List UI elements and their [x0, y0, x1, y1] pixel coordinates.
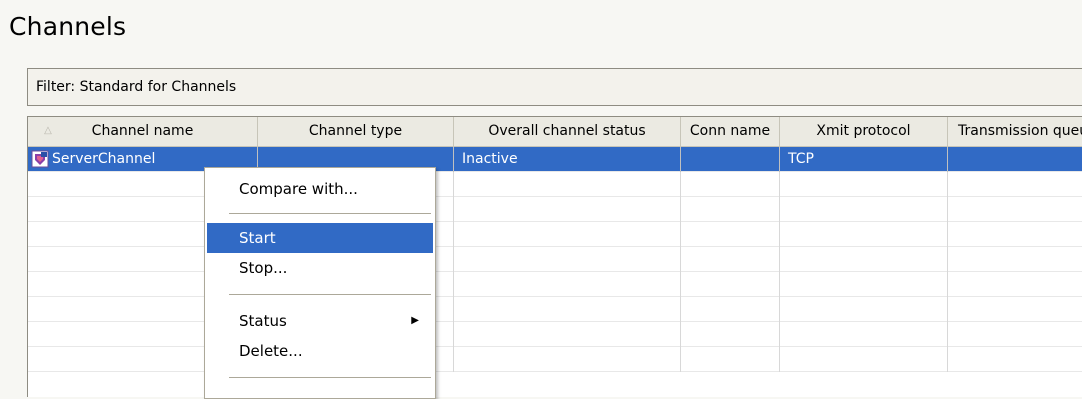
menu-separator	[229, 213, 431, 214]
table-row[interactable]: ServerChannel Inactive TCP	[28, 147, 1082, 172]
context-menu: Compare with... Start Stop... Status ▶ D…	[204, 167, 436, 399]
cell-overall-status[interactable]: Inactive	[454, 147, 681, 172]
empty-table-row	[28, 222, 1082, 247]
menu-item-label: Compare with...	[239, 180, 358, 198]
column-header-channel-type[interactable]: Channel type	[258, 117, 454, 146]
empty-cell	[454, 272, 681, 297]
empty-cell	[454, 322, 681, 347]
empty-cell	[681, 172, 780, 197]
column-header-conn-name[interactable]: Conn name	[681, 117, 780, 146]
menu-item-compare-with[interactable]: Compare with...	[207, 174, 433, 204]
column-header-channel-name[interactable]: △ Channel name	[28, 117, 258, 146]
filter-bar[interactable]: Filter: Standard for Channels	[27, 68, 1082, 106]
empty-table-row	[28, 347, 1082, 372]
menu-item-status[interactable]: Status ▶	[207, 306, 433, 336]
empty-cell	[780, 297, 948, 322]
empty-cell	[454, 222, 681, 247]
channel-name-value: ServerChannel	[52, 151, 156, 167]
empty-cell	[780, 347, 948, 372]
empty-table-row	[28, 197, 1082, 222]
empty-table-row	[28, 272, 1082, 297]
column-header-overall-channel-status[interactable]: Overall channel status	[454, 117, 681, 146]
column-header-label: Channel name	[91, 123, 194, 139]
overall-status-value: Inactive	[462, 151, 518, 167]
submenu-arrow-icon: ▶	[411, 315, 419, 326]
empty-cell	[681, 297, 780, 322]
cell-transmission-queue[interactable]	[948, 147, 1082, 172]
menu-item-delete[interactable]: Delete...	[207, 336, 433, 366]
empty-table-row	[28, 297, 1082, 322]
empty-cell	[681, 247, 780, 272]
column-header-transmission-queue[interactable]: Transmission queue	[948, 117, 1082, 146]
empty-cell	[681, 322, 780, 347]
empty-table-row	[28, 172, 1082, 197]
empty-cell	[454, 172, 681, 197]
menu-separator	[229, 294, 431, 295]
empty-cell	[780, 272, 948, 297]
empty-cell	[681, 347, 780, 372]
column-header-label: Conn name	[689, 123, 771, 139]
empty-cell	[780, 197, 948, 222]
sort-ascending-icon: △	[44, 125, 52, 136]
column-header-xmit-protocol[interactable]: Xmit protocol	[780, 117, 948, 146]
menu-item-start[interactable]: Start	[207, 223, 433, 253]
view-title: Channels	[9, 12, 127, 41]
empty-cell	[681, 222, 780, 247]
cell-xmit-protocol[interactable]: TCP	[780, 147, 948, 172]
menu-item-label: Delete...	[239, 342, 303, 360]
empty-cell	[780, 172, 948, 197]
menu-item-label: Status	[239, 312, 287, 330]
cell-conn-name[interactable]	[681, 147, 780, 172]
empty-cell	[454, 247, 681, 272]
column-header-label: Xmit protocol	[816, 123, 911, 139]
menu-separator	[229, 377, 431, 378]
empty-cell	[681, 272, 780, 297]
empty-cell	[780, 247, 948, 272]
empty-cell	[780, 222, 948, 247]
empty-table-row	[28, 247, 1082, 272]
empty-cell	[780, 322, 948, 347]
column-header-label: Channel type	[308, 123, 403, 139]
empty-table-row	[28, 322, 1082, 347]
empty-cell	[454, 197, 681, 222]
server-channel-icon	[31, 150, 49, 168]
table-header: △ Channel name Channel type Overall chan…	[28, 117, 1082, 147]
column-header-label: Overall channel status	[488, 123, 646, 139]
xmit-protocol-value: TCP	[788, 151, 814, 167]
filter-label: Filter: Standard for Channels	[36, 79, 237, 95]
empty-cell	[454, 297, 681, 322]
menu-item-stop[interactable]: Stop...	[207, 253, 433, 283]
empty-cell	[681, 197, 780, 222]
column-header-label: Transmission queue	[958, 123, 1082, 139]
empty-cell	[454, 347, 681, 372]
channels-table: △ Channel name Channel type Overall chan…	[27, 116, 1082, 397]
menu-item-label: Start	[239, 229, 276, 247]
menu-item-label: Stop...	[239, 259, 288, 277]
